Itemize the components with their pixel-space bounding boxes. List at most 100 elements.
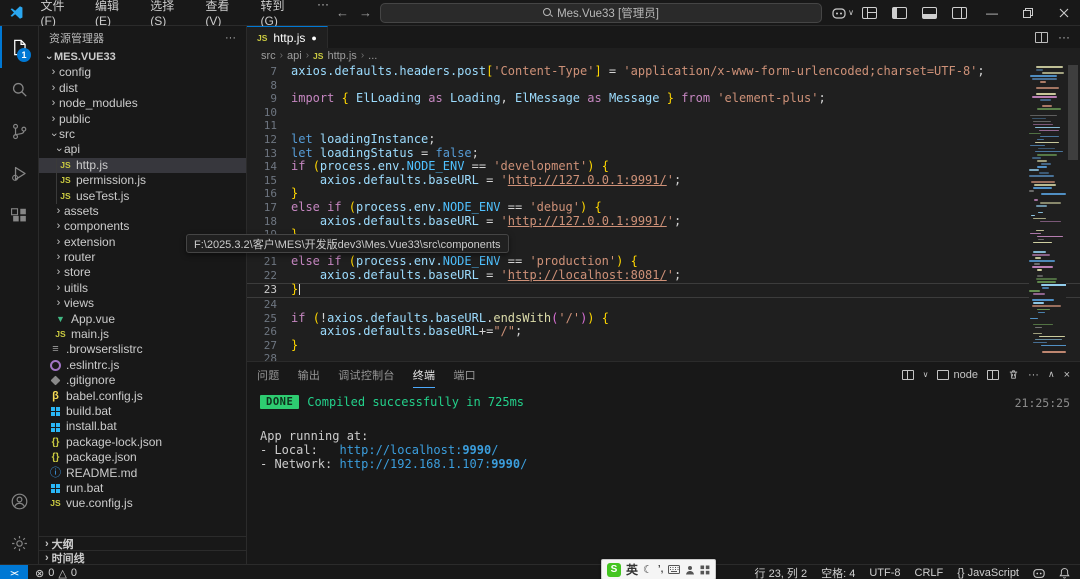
- terminal-instance-node[interactable]: node: [937, 369, 977, 381]
- account-icon[interactable]: [0, 480, 38, 522]
- code-line-7[interactable]: 7axios.defaults.headers.post['Content-Ty…: [247, 65, 1080, 79]
- tree-file-vue.config.js[interactable]: JSvue.config.js: [39, 496, 246, 511]
- new-terminal-icon[interactable]: [902, 370, 914, 380]
- tree-file-package.json[interactable]: {}package.json: [39, 450, 246, 465]
- run-debug-icon[interactable]: [0, 152, 38, 194]
- tree-folder-dist[interactable]: ›dist: [39, 81, 246, 96]
- source-control-icon[interactable]: [0, 110, 38, 152]
- terminal-link[interactable]: http://localhost:: [339, 443, 462, 457]
- terminal-link[interactable]: /: [491, 443, 498, 457]
- terminal-link[interactable]: /: [520, 457, 527, 471]
- minimap[interactable]: [1029, 63, 1066, 361]
- command-center-search[interactable]: Mes.Vue33 [管理员]: [380, 3, 822, 23]
- tree-file-readme.md[interactable]: ⓘREADME.md: [39, 466, 246, 481]
- tree-folder-node_modules[interactable]: ›node_modules: [39, 96, 246, 111]
- tree-folder-components[interactable]: ›components: [39, 219, 246, 234]
- split-editor-icon[interactable]: [1035, 32, 1048, 43]
- sidebar-more-icon[interactable]: ···: [225, 32, 236, 44]
- code-line-21[interactable]: 21else if (process.env.NODE_ENV == 'prod…: [247, 255, 1080, 269]
- ime-toolbar[interactable]: S 英 ☾ ’,: [601, 559, 716, 579]
- tree-folder-assets[interactable]: ›assets: [39, 204, 246, 219]
- close-panel-icon[interactable]: ×: [1064, 369, 1070, 381]
- code-line-25[interactable]: 25if (!axios.defaults.baseURL.endsWith('…: [247, 312, 1080, 326]
- code-line-15[interactable]: 15 axios.defaults.baseURL = 'http://127.…: [247, 174, 1080, 188]
- settings-gear-icon[interactable]: [0, 522, 38, 564]
- restore-button[interactable]: [1012, 0, 1044, 25]
- tree-file-.gitignore[interactable]: .gitignore: [39, 373, 246, 388]
- code-line-27[interactable]: 27}: [247, 339, 1080, 353]
- search-view-icon[interactable]: [0, 68, 38, 110]
- tree-file-run.bat[interactable]: run.bat: [39, 481, 246, 496]
- code-line-12[interactable]: 12let loadingInstance;: [247, 133, 1080, 147]
- breadcrumb-item[interactable]: api: [287, 50, 302, 62]
- code-line-28[interactable]: 28: [247, 352, 1080, 361]
- close-button[interactable]: [1048, 0, 1080, 25]
- code-line-22[interactable]: 22 axios.defaults.baseURL = 'http://loca…: [247, 269, 1080, 283]
- tree-file-.browserslistrc[interactable]: ≡.browserslistrc: [39, 342, 246, 357]
- panel-more-icon[interactable]: ···: [1028, 369, 1039, 381]
- tree-folder-public[interactable]: ›public: [39, 112, 246, 127]
- minimize-button[interactable]: —: [976, 0, 1008, 25]
- explorer-icon[interactable]: 1: [0, 26, 38, 68]
- customize-layout-icon[interactable]: [856, 3, 882, 23]
- problems-status[interactable]: ⊗0 △0: [28, 567, 77, 579]
- notifications-bell-icon[interactable]: [1059, 567, 1070, 579]
- code-line-23[interactable]: 23}: [247, 283, 1080, 299]
- tree-file-permission.js[interactable]: JSpermission.js: [39, 173, 246, 188]
- ime-punctuation-icon[interactable]: ’,: [658, 564, 664, 575]
- tree-folder-src[interactable]: ›src: [39, 127, 246, 142]
- tree-folder-mes.vue33[interactable]: ›MES.VUE33: [39, 50, 246, 65]
- terminal-link-port[interactable]: 9990: [491, 457, 520, 471]
- code-line-24[interactable]: 24: [247, 298, 1080, 312]
- tab-http-js[interactable]: JS http.js ●: [247, 26, 328, 48]
- code-editor[interactable]: 7axios.defaults.headers.post['Content-Ty…: [247, 63, 1080, 361]
- kill-terminal-icon[interactable]: [1008, 369, 1019, 380]
- tree-folder-views[interactable]: ›views: [39, 296, 246, 311]
- tree-file-build.bat[interactable]: build.bat: [39, 404, 246, 419]
- split-terminal-icon[interactable]: [987, 370, 999, 380]
- breadcrumb-item[interactable]: http.js: [327, 50, 356, 62]
- status-item[interactable]: UTF-8: [869, 567, 900, 579]
- status-item[interactable]: 行 23, 列 2: [755, 565, 808, 579]
- toggle-sidebar-icon[interactable]: [886, 3, 912, 23]
- tree-file-http.js[interactable]: JShttp.js: [39, 158, 246, 173]
- ime-halfwidth-icon[interactable]: ☾: [643, 563, 653, 576]
- sogou-logo-icon[interactable]: S: [607, 563, 621, 577]
- tree-folder-api[interactable]: ›api: [39, 142, 246, 157]
- code-line-14[interactable]: 14if (process.env.NODE_ENV == 'developme…: [247, 160, 1080, 174]
- terminal-dropdown-icon[interactable]: ∨: [923, 370, 929, 379]
- ime-profile-icon[interactable]: [685, 565, 695, 575]
- terminal-link-port[interactable]: 9990: [462, 443, 491, 457]
- ime-toolbox-icon[interactable]: [700, 565, 710, 575]
- breadcrumb-item[interactable]: ...: [368, 50, 377, 62]
- outline-section[interactable]: › 大纲: [39, 536, 246, 550]
- code-line-11[interactable]: 11: [247, 119, 1080, 133]
- code-line-8[interactable]: 8: [247, 79, 1080, 93]
- code-line-17[interactable]: 17else if (process.env.NODE_ENV == 'debu…: [247, 201, 1080, 215]
- ime-keyboard-icon[interactable]: [668, 565, 680, 574]
- nav-back-icon[interactable]: ←: [336, 5, 349, 20]
- tree-folder-uitils[interactable]: ›uitils: [39, 281, 246, 296]
- terminal[interactable]: DONE Compiled successfully in 725ms 21:2…: [247, 387, 1080, 564]
- panel-tab-问题[interactable]: 问题: [257, 362, 280, 388]
- panel-tab-输出[interactable]: 输出: [298, 362, 321, 388]
- maximize-panel-icon[interactable]: ∧: [1048, 369, 1055, 380]
- status-item[interactable]: 空格: 4: [821, 565, 855, 579]
- tree-file-main.js[interactable]: JSmain.js: [39, 327, 246, 342]
- feedback-icon[interactable]: [1033, 568, 1045, 579]
- tree-file-install.bat[interactable]: install.bat: [39, 419, 246, 434]
- terminal-link[interactable]: http://192.168.1.107:: [339, 457, 491, 471]
- breadcrumb-item[interactable]: src: [261, 50, 276, 62]
- remote-indicator[interactable]: ><: [0, 565, 28, 579]
- copilot-icon[interactable]: ∨: [830, 3, 856, 23]
- toggle-secondary-sidebar-icon[interactable]: [946, 3, 972, 23]
- code-line-9[interactable]: 9import { ElLoading as Loading, ElMessag…: [247, 92, 1080, 106]
- code-line-13[interactable]: 13let loadingStatus = false;: [247, 147, 1080, 161]
- breadcrumb[interactable]: src›api›JShttp.js›...: [247, 48, 1080, 63]
- code-line-10[interactable]: 10: [247, 106, 1080, 120]
- tree-folder-store[interactable]: ›store: [39, 265, 246, 280]
- tree-file-usetest.js[interactable]: JSuseTest.js: [39, 189, 246, 204]
- nav-forward-icon[interactable]: →: [359, 5, 372, 20]
- status-item[interactable]: CRLF: [915, 567, 944, 579]
- editor-scrollbar[interactable]: [1066, 63, 1080, 361]
